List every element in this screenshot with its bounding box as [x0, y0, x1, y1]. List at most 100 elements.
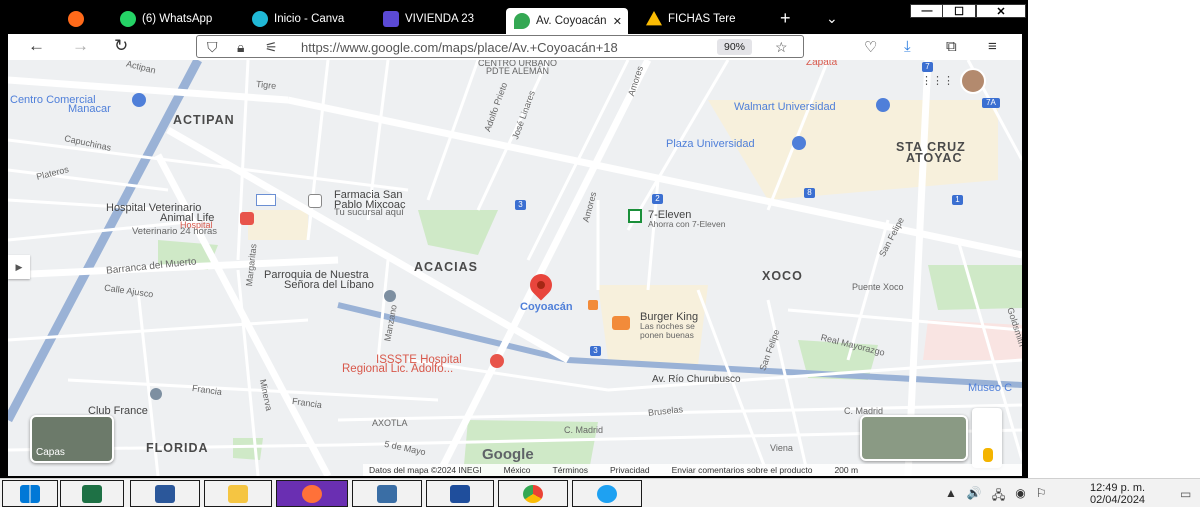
system-tray: ▲ 🔊 🖧 ◉ ⚐ — [945, 486, 1046, 507]
tab-label: FICHAS Tere — [668, 13, 736, 25]
pocket-icon[interactable]: ♡ — [864, 38, 877, 56]
volume-icon[interactable]: 🔊 — [967, 486, 982, 507]
poi-label[interactable]: Plaza Universidad — [666, 138, 755, 150]
map-footer: Datos del mapa ©2024 INEGI México Términ… — [363, 464, 1022, 476]
poi-label[interactable]: Manacar — [68, 103, 111, 115]
poi-label[interactable]: Señora del Líbano — [284, 279, 374, 291]
map-canvas[interactable]: ACTIPAN ACACIAS XOCO STA CRUZ ATOYAC FLO… — [8, 60, 1022, 476]
country-link[interactable]: México — [504, 465, 531, 475]
route-shield: 7 — [922, 62, 933, 72]
street-view-thumbnail[interactable] — [860, 415, 968, 461]
record-icon[interactable]: ◉ — [1015, 486, 1025, 507]
tab-list-button[interactable]: ⌄ — [826, 6, 838, 30]
network-icon[interactable]: 🖧 — [992, 486, 1005, 507]
poi-sublabel: Tu sucursal aquí — [334, 207, 404, 218]
seven-eleven-icon[interactable] — [628, 209, 642, 223]
extensions-icon[interactable]: ⧉ — [946, 38, 957, 55]
street-label: PDTE ALEMÁN — [486, 66, 550, 76]
zoom-badge[interactable]: 90% — [717, 39, 753, 55]
bookmark-star-icon[interactable]: ☆ — [775, 39, 788, 56]
pegman-icon[interactable] — [983, 448, 993, 462]
hospital-icon[interactable] — [240, 212, 254, 225]
word-icon — [155, 484, 175, 503]
restaurant-icon[interactable] — [612, 316, 630, 330]
metro-icon[interactable] — [588, 300, 598, 310]
new-tab-button[interactable]: + — [780, 6, 791, 30]
route-shield: 2 — [652, 194, 663, 204]
tab-label: VIVIENDA 23 — [405, 13, 475, 25]
poi-label[interactable]: Zapata — [806, 60, 837, 68]
download-icon[interactable]: ⤓ — [904, 38, 911, 55]
place-icon[interactable] — [150, 388, 162, 400]
notifications-icon[interactable]: ▭ — [1180, 487, 1191, 501]
taskbar-word[interactable] — [130, 480, 200, 507]
close-window-button[interactable]: ✕ — [976, 4, 1026, 18]
canva-icon — [252, 11, 268, 27]
shopping-icon[interactable] — [792, 136, 806, 150]
layers-button[interactable]: Capas — [30, 415, 114, 463]
tab-google-maps[interactable]: Av. Coyoacán ✕ — [506, 8, 628, 34]
scale-label[interactable]: 200 m — [834, 465, 858, 475]
taskbar-internet-explorer[interactable] — [572, 480, 642, 507]
expand-panel-button[interactable]: ▶ — [8, 255, 30, 279]
excel-icon — [82, 484, 102, 503]
taskbar-file-explorer[interactable] — [204, 480, 272, 507]
start-button[interactable] — [2, 480, 58, 507]
area-label: FLORIDA — [146, 441, 209, 455]
pharmacy-icon[interactable] — [308, 194, 322, 208]
map-data-credit: Datos del mapa ©2024 INEGI — [369, 465, 482, 475]
tab-fichas[interactable]: FICHAS Tere — [646, 6, 754, 32]
taskbar-firefox[interactable] — [276, 480, 348, 507]
google-maps-icon — [514, 13, 530, 29]
reload-icon[interactable]: ↻ — [114, 36, 128, 56]
taskbar-chrome[interactable] — [498, 480, 568, 507]
google-drive-icon — [646, 11, 662, 26]
taskbar-excel[interactable] — [60, 480, 124, 507]
tab-label: (6) WhatsApp — [142, 13, 213, 25]
shield-icon[interactable]: ⛉ — [207, 39, 218, 56]
url-text[interactable]: https://www.google.com/maps/place/Av.+Co… — [301, 40, 709, 55]
url-bar[interactable]: ⛉ 🔒︎ ⚟ https://www.google.com/maps/place… — [196, 35, 804, 58]
route-shield: 7A — [982, 98, 1000, 108]
firefox-icon — [302, 484, 322, 503]
google-logo: Google — [482, 446, 534, 463]
area-label: ACACIAS — [414, 260, 478, 274]
poi-sublabel: Ahorra con 7-Eleven — [648, 219, 726, 229]
lock-icon[interactable]: 🔒︎ — [237, 39, 244, 56]
privacy-link[interactable]: Privacidad — [610, 465, 650, 475]
google-apps-icon[interactable]: ⋮⋮⋮ — [921, 74, 954, 87]
bank-icon[interactable] — [256, 194, 276, 206]
flag-icon[interactable]: ⚐ — [1036, 486, 1047, 507]
poi-label[interactable]: Walmart Universidad — [734, 101, 836, 113]
poi-label[interactable]: Museo C — [968, 382, 1012, 394]
forward-arrow-icon[interactable]: → — [72, 36, 89, 56]
tab-canva[interactable]: Inicio - Canva — [252, 6, 360, 32]
poi-label[interactable]: Regional Lic. Adolfo... — [342, 363, 453, 375]
church-icon[interactable] — [384, 290, 396, 302]
menu-icon[interactable]: ≡ — [988, 38, 997, 55]
taskbar-remote-desktop[interactable] — [352, 480, 422, 507]
shopping-icon[interactable] — [132, 93, 146, 107]
terms-link[interactable]: Términos — [553, 465, 588, 475]
clock-date: 02/04/2024 — [1090, 494, 1146, 506]
shopping-icon[interactable] — [876, 98, 890, 112]
maximize-button[interactable]: ☐ — [942, 4, 976, 18]
avatar[interactable] — [960, 68, 986, 94]
area-label: ATOYAC — [906, 151, 963, 165]
tab-vivienda[interactable]: VIVIENDA 23 — [383, 6, 491, 32]
taskbar-powershell[interactable] — [426, 480, 494, 507]
minimize-button[interactable]: — — [910, 4, 944, 18]
back-arrow-icon[interactable]: ← — [28, 36, 45, 56]
route-shield: 1 — [952, 195, 963, 205]
tab-firefox[interactable] — [68, 6, 84, 32]
screen: (6) WhatsApp Inicio - Canva VIVIENDA 23 … — [0, 0, 1200, 507]
permissions-icon[interactable]: ⚟ — [265, 39, 278, 56]
clock[interactable]: 12:49 p. m. 02/04/2024 — [1090, 482, 1145, 506]
feedback-link[interactable]: Enviar comentarios sobre el producto — [672, 465, 813, 475]
show-hidden-icons-icon[interactable]: ▲ — [945, 486, 957, 507]
route-shield: 3 — [515, 200, 526, 210]
selected-place-label[interactable]: Coyoacán — [520, 301, 573, 313]
hospital-icon[interactable] — [490, 354, 504, 368]
tab-whatsapp[interactable]: (6) WhatsApp — [120, 6, 228, 32]
close-tab-icon[interactable]: ✕ — [613, 15, 622, 28]
